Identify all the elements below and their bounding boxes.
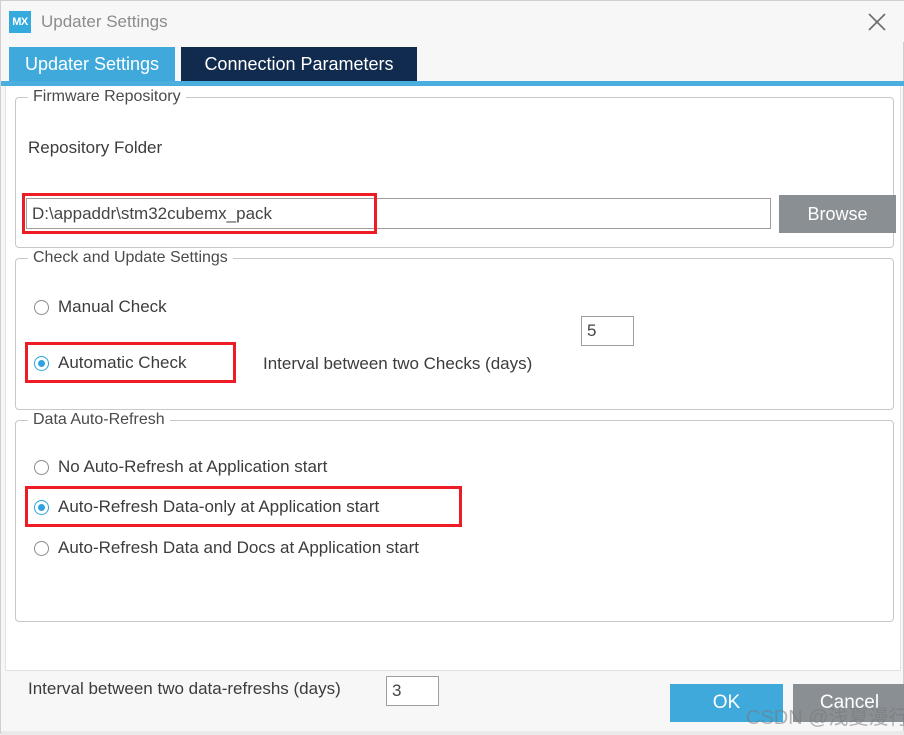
radio-no-auto-refresh-mark <box>34 460 49 475</box>
group-data-auto-refresh: Data Auto-Refresh No Auto-Refresh at App… <box>15 420 894 622</box>
radio-auto-refresh-data-only-mark <box>34 500 49 515</box>
interval-between-checks-input[interactable] <box>581 316 634 346</box>
radio-manual-check-label: Manual Check <box>58 297 167 317</box>
repository-path-input[interactable] <box>26 198 771 229</box>
radio-automatic-check[interactable]: Automatic Check <box>34 353 187 373</box>
group-firmware-repository-title: Firmware Repository <box>28 88 186 106</box>
radio-auto-refresh-data-and-docs-label: Auto-Refresh Data and Docs at Applicatio… <box>58 538 419 558</box>
group-firmware-repository: Firmware Repository Repository Folder Br… <box>15 97 894 248</box>
updater-settings-dialog: MX Updater Settings Updater Settings Con… <box>0 0 904 734</box>
tab-connection-parameters[interactable]: Connection Parameters <box>181 47 417 81</box>
dialog-footer: OK Cancel <box>5 673 901 731</box>
browse-button[interactable]: Browse <box>779 195 896 233</box>
radio-no-auto-refresh[interactable]: No Auto-Refresh at Application start <box>34 457 327 477</box>
title-bar: MX Updater Settings <box>1 1 904 42</box>
repository-folder-label: Repository Folder <box>28 138 162 158</box>
tab-bar: Updater Settings Connection Parameters <box>1 47 904 81</box>
group-data-auto-refresh-title: Data Auto-Refresh <box>28 411 170 429</box>
radio-no-auto-refresh-label: No Auto-Refresh at Application start <box>58 457 327 477</box>
radio-auto-refresh-data-and-docs-mark <box>34 541 49 556</box>
tab-updater-settings[interactable]: Updater Settings <box>9 47 175 81</box>
radio-auto-refresh-data-only-label: Auto-Refresh Data-only at Application st… <box>58 497 379 517</box>
group-check-update-settings-title: Check and Update Settings <box>28 249 233 267</box>
close-button[interactable] <box>849 1 904 42</box>
ok-button[interactable]: OK <box>670 684 783 722</box>
group-check-update-settings: Check and Update Settings Manual Check A… <box>15 258 894 410</box>
window-title: Updater Settings <box>41 12 168 32</box>
app-icon: MX <box>9 11 31 33</box>
tab-updater-settings-label: Updater Settings <box>25 54 159 75</box>
settings-content-panel: Firmware Repository Repository Folder Br… <box>5 86 901 671</box>
radio-auto-refresh-data-only[interactable]: Auto-Refresh Data-only at Application st… <box>34 497 379 517</box>
radio-manual-check[interactable]: Manual Check <box>34 297 167 317</box>
radio-automatic-check-mark <box>34 356 49 371</box>
cancel-button[interactable]: Cancel <box>793 684 904 722</box>
close-icon <box>866 11 888 33</box>
tab-connection-parameters-label: Connection Parameters <box>204 54 393 75</box>
bottom-accent-bar <box>1 731 904 735</box>
radio-auto-refresh-data-and-docs[interactable]: Auto-Refresh Data and Docs at Applicatio… <box>34 538 419 558</box>
radio-manual-check-mark <box>34 300 49 315</box>
interval-between-checks-label: Interval between two Checks (days) <box>263 354 532 374</box>
radio-automatic-check-label: Automatic Check <box>58 353 187 373</box>
